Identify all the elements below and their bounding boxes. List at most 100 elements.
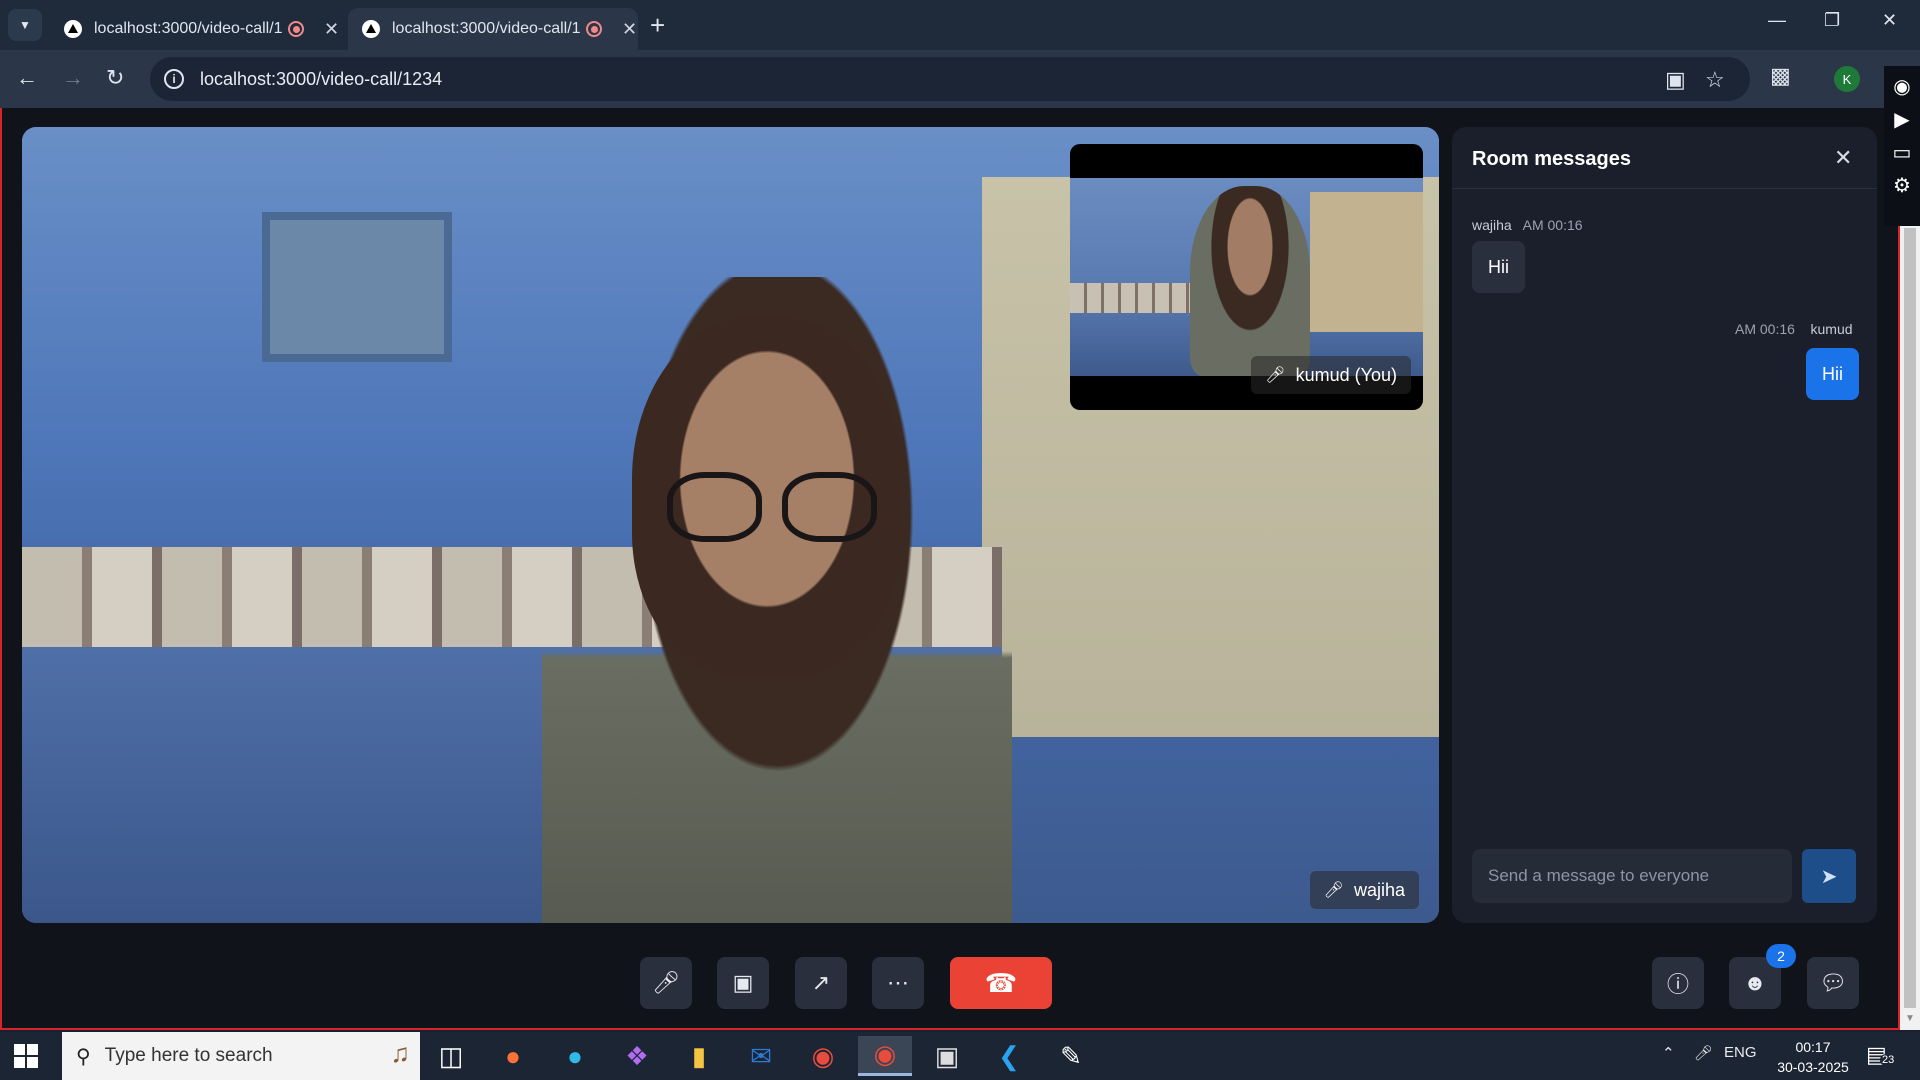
message-meta: AM 00:16 kumud	[1735, 321, 1853, 337]
new-tab-button[interactable]: +	[650, 8, 665, 42]
microphone-button[interactable]: 🎤︎	[640, 957, 692, 1009]
message-sender: kumud	[1810, 321, 1853, 337]
camera-button[interactable]: ▣	[717, 957, 769, 1009]
message-time: AM 00:16	[1735, 321, 1795, 337]
chrome-icon[interactable]: ◉	[796, 1036, 850, 1076]
address-bar[interactable]: i localhost:3000/video-call/1234 ▣ ☆	[150, 57, 1750, 101]
pen-app-icon[interactable]: ✎	[1044, 1036, 1098, 1076]
self-video-door	[1310, 192, 1423, 332]
restore-button[interactable]: ❐	[1824, 10, 1840, 31]
window-icon[interactable]: ▭	[1884, 140, 1920, 165]
close-window-button[interactable]: ✕	[1882, 10, 1897, 31]
self-video-feed	[1070, 178, 1423, 376]
taskbar-clock[interactable]: 00:17 30-03-2025	[1772, 1037, 1854, 1077]
video-camera-icon: ▣	[732, 970, 754, 995]
message-bubble-incoming: Hii	[1472, 241, 1525, 293]
chat-button[interactable]: 💬︎	[1807, 957, 1859, 1009]
vscode-icon[interactable]: ❮	[982, 1036, 1036, 1076]
screen-share-button[interactable]: ↗	[795, 957, 847, 1009]
task-view-icon[interactable]: ◫	[424, 1036, 478, 1076]
message-bubble-outgoing: Hii	[1806, 348, 1859, 400]
close-tab-icon[interactable]: ✕	[324, 19, 339, 40]
microphone-icon: 🎤︎	[652, 970, 680, 995]
video-icon[interactable]: ▶	[1884, 107, 1920, 132]
file-explorer-icon[interactable]: ▮	[672, 1036, 726, 1076]
message-time: AM 00:16	[1522, 217, 1583, 233]
lens-left	[667, 472, 762, 542]
snapshot-icon[interactable]: ◉	[1884, 74, 1920, 99]
video-picture-frame	[262, 212, 452, 362]
room-messages-panel: Room messages ✕ wajiha AM 00:16 Hii AM 0…	[1452, 127, 1877, 923]
message-input[interactable]	[1472, 849, 1792, 903]
send-message-button[interactable]: ➤	[1802, 849, 1856, 903]
mic-icon: 🎤︎	[1265, 367, 1286, 384]
outlook-icon[interactable]: ✉	[734, 1036, 788, 1076]
windows-start-icon[interactable]	[14, 1044, 38, 1068]
info-icon: ⓘ	[1666, 972, 1689, 997]
search-placeholder: Type here to search	[104, 1045, 273, 1066]
scroll-down-icon[interactable]: ▼	[1905, 1013, 1915, 1024]
tab-search-button[interactable]: ▼	[8, 9, 42, 41]
firefox-icon[interactable]: ●	[486, 1036, 540, 1076]
browser-tab-2[interactable]: localhost:3000/video-call/1234 ✕	[348, 8, 638, 50]
reload-button[interactable]: ↻	[106, 65, 124, 91]
browser-toolbar: ← → ↻ i localhost:3000/video-call/1234 ▣…	[0, 50, 1920, 108]
message-sender: wajiha	[1472, 217, 1512, 233]
forward-button[interactable]: →	[62, 65, 84, 91]
screen-share-icon: ↗	[811, 970, 831, 995]
more-dots-icon: ⋯	[887, 970, 909, 995]
close-tab-icon[interactable]: ✕	[622, 19, 637, 40]
participants-count-badge: 2	[1766, 944, 1796, 968]
search-icon: ⚲	[76, 1045, 91, 1068]
settings-gear-icon[interactable]: ⚙	[1884, 173, 1920, 198]
profile-avatar[interactable]: K	[1834, 66, 1860, 92]
chat-title: Room messages	[1472, 148, 1631, 170]
favicon-icon	[362, 20, 380, 38]
lens-right	[782, 472, 877, 542]
browser-tab-bar: ▼ localhost:3000/video-call/1234 ✕ local…	[0, 0, 1920, 50]
mic-icon: 🎤︎	[1323, 882, 1344, 899]
self-video-person	[1190, 186, 1310, 376]
language-indicator[interactable]: ENG	[1724, 1044, 1757, 1061]
page-scrollbar[interactable]: ▲ ▼	[1900, 108, 1920, 1030]
scrollbar-thumb[interactable]	[1904, 228, 1916, 1008]
copilot-icon[interactable]: ❖	[610, 1036, 664, 1076]
remote-participant-name: wajiha	[1353, 879, 1405, 900]
recording-icon	[288, 21, 304, 37]
terminal-icon[interactable]: ▣	[920, 1036, 974, 1076]
windows-taskbar: ⚲ Type here to search ♫ ◫ ● ● ❖ ▮ ✉ ◉ ◉ …	[0, 1032, 1920, 1080]
tab-title: localhost:3000/video-call/1234	[94, 20, 282, 37]
clock-time: 00:17	[1795, 1039, 1831, 1055]
chat-header: Room messages ✕	[1452, 127, 1877, 189]
recording-icon	[586, 21, 602, 37]
end-call-button[interactable]: ☎︎	[950, 957, 1052, 1009]
bookmark-star-icon[interactable]: ☆	[1705, 67, 1725, 93]
site-info-icon[interactable]: i	[164, 69, 184, 89]
clock-date: 30-03-2025	[1777, 1059, 1849, 1075]
phone-hangup-icon: ☎︎	[984, 967, 1018, 998]
minimize-button[interactable]: —	[1768, 10, 1786, 31]
more-options-button[interactable]: ⋯	[872, 957, 924, 1009]
extensions-icon[interactable]: ▩	[1770, 63, 1791, 89]
tab-title: localhost:3000/video-call/1234	[392, 20, 580, 37]
search-highlight-icon: ♫	[390, 1038, 411, 1068]
tray-mic-icon[interactable]: 🎤︎	[1694, 1044, 1713, 1062]
camera-in-use-icon[interactable]: ▣	[1665, 67, 1686, 93]
back-button[interactable]: ←	[16, 65, 38, 91]
remote-name-badge: 🎤︎ wajiha	[1309, 871, 1419, 909]
people-icon: ☻	[1743, 970, 1767, 995]
chrome-profile-icon[interactable]: ◉	[858, 1036, 912, 1076]
close-chat-icon[interactable]: ✕	[1834, 145, 1852, 171]
url-text[interactable]: localhost:3000/video-call/1234	[200, 69, 442, 90]
meeting-info-button[interactable]: ⓘ	[1652, 957, 1704, 1009]
browser-tab-1[interactable]: localhost:3000/video-call/1234 ✕	[50, 8, 340, 50]
taskbar-search[interactable]: ⚲ Type here to search ♫	[62, 1032, 420, 1080]
self-video: 🎤︎ kumud (You)	[1070, 144, 1423, 410]
self-participant-name: kumud (You)	[1295, 364, 1397, 385]
chat-bubble-icon: 💬︎	[1819, 970, 1847, 995]
show-hidden-icons[interactable]: ⌃	[1662, 1044, 1675, 1062]
video-person-glasses	[667, 472, 877, 552]
edge-icon[interactable]: ●	[548, 1036, 602, 1076]
notification-center-icon[interactable]: ▤ 23	[1866, 1042, 1897, 1068]
camera-overlay-toolbar: ◉ ▶ ▭ ⚙	[1884, 66, 1920, 226]
